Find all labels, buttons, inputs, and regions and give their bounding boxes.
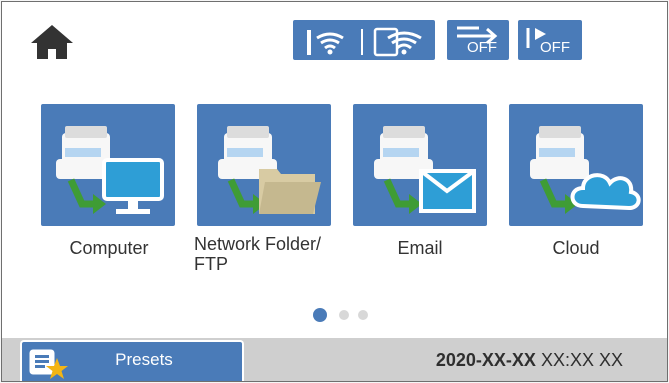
presets-label: Presets [115, 350, 173, 369]
destination-tile-network-folder[interactable] [197, 104, 331, 226]
datetime-display: 2020-XX-XX XX:XX XX [436, 350, 623, 370]
network-folder-label: Network Folder/ FTP [194, 234, 322, 274]
destination-tile-computer[interactable] [41, 104, 175, 226]
home-button[interactable] [31, 25, 73, 59]
page-dot [358, 310, 368, 320]
scan-screen: OFF OFF Computer Network Folder/ FTP Ema… [1, 1, 668, 382]
data-transfer-status-box[interactable]: OFF [447, 20, 509, 60]
page-dot [339, 310, 349, 320]
email-icon [374, 126, 476, 214]
folder-icon [218, 126, 321, 214]
cloud-icon [530, 126, 641, 214]
home-icon [31, 25, 73, 59]
computer-label: Computer [69, 238, 149, 258]
quiet-mode-off-text: OFF [540, 39, 570, 56]
quiet-mode-status-box[interactable]: OFF [518, 20, 582, 60]
destination-selection-area: Computer Network Folder/ FTP Email Cloud [2, 84, 667, 339]
presets-button[interactable]: Presets [20, 340, 244, 381]
top-status-bar: OFF OFF [2, 2, 667, 85]
page-indicator [2, 306, 667, 322]
wifi-status-box[interactable] [293, 20, 435, 60]
cloud-label: Cloud [552, 238, 600, 258]
wifi-signal-icon [307, 27, 422, 57]
data-transfer-off-text: OFF [467, 39, 497, 56]
page-dot-active [313, 308, 327, 322]
destination-tile-email[interactable] [353, 104, 487, 226]
computer-icon [56, 126, 164, 214]
date-text: 2020-XX-XX [435, 350, 536, 370]
time-text: XX:XX XX [540, 350, 623, 370]
bottom-bar: Presets 2020-XX-XX XX:XX XX [2, 338, 667, 381]
destination-tile-cloud[interactable] [509, 104, 643, 226]
email-label: Email [397, 238, 443, 258]
